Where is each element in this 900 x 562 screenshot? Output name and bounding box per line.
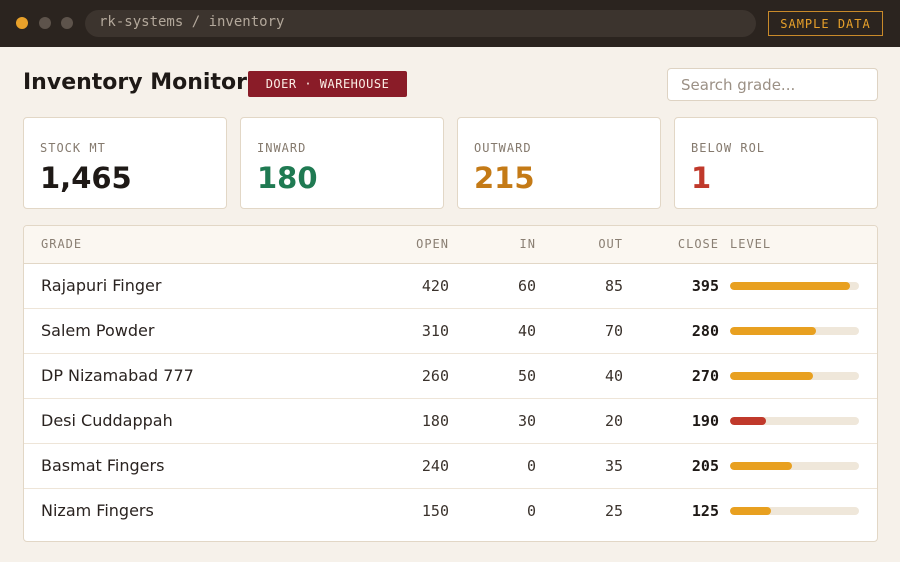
- stat-label: BELOW ROL: [691, 141, 766, 155]
- table-row[interactable]: Basmat Fingers 240 0 35 205: [24, 444, 877, 489]
- table-row[interactable]: Salem Powder 310 40 70 280: [24, 309, 877, 354]
- stat-label: INWARD: [257, 141, 307, 155]
- stat-card-inward: INWARD 180: [240, 117, 444, 209]
- in-value: 30: [517, 412, 536, 430]
- close-value: 395: [691, 277, 719, 295]
- grade-name: DP Nizamabad 777: [41, 366, 194, 385]
- stat-card-outward: OUTWARD 215: [457, 117, 661, 209]
- out-value: 70: [604, 322, 623, 340]
- stat-label: OUTWARD: [474, 141, 532, 155]
- open-value: 310: [421, 322, 449, 340]
- stat-value: 1: [691, 161, 712, 195]
- open-value: 240: [421, 457, 449, 475]
- open-value: 180: [421, 412, 449, 430]
- close-value: 190: [691, 412, 719, 430]
- grade-name: Salem Powder: [41, 321, 155, 340]
- open-value: 260: [421, 367, 449, 385]
- level-bar: [730, 327, 859, 335]
- level-bar: [730, 462, 859, 470]
- column-header-close[interactable]: CLOSE: [659, 237, 719, 251]
- level-bar: [730, 282, 859, 290]
- stat-value: 215: [474, 161, 535, 195]
- in-value: 0: [526, 502, 536, 520]
- close-value: 270: [691, 367, 719, 385]
- open-value: 150: [421, 502, 449, 520]
- level-bar-fill: [730, 417, 767, 425]
- search-input[interactable]: [667, 68, 878, 101]
- out-value: 20: [604, 412, 623, 430]
- close-value: 205: [691, 457, 719, 475]
- out-value: 40: [604, 367, 623, 385]
- in-value: 0: [526, 457, 536, 475]
- table-row[interactable]: Desi Cuddappah 180 30 20 190: [24, 399, 877, 444]
- window-minimize-dot-icon[interactable]: [39, 17, 51, 29]
- grade-name: Desi Cuddappah: [41, 411, 173, 430]
- stat-value: 180: [257, 161, 318, 195]
- table-row[interactable]: Rajapuri Finger 420 60 85 395: [24, 264, 877, 309]
- level-bar-fill: [730, 327, 817, 335]
- window-close-dot-icon[interactable]: [16, 17, 28, 29]
- level-bar-fill: [730, 462, 792, 470]
- column-header-open[interactable]: OPEN: [389, 237, 449, 251]
- in-value: 50: [517, 367, 536, 385]
- level-bar-fill: [730, 372, 813, 380]
- column-header-level[interactable]: LEVEL: [730, 237, 771, 251]
- grade-name: Nizam Fingers: [41, 501, 154, 520]
- open-value: 420: [421, 277, 449, 295]
- sample-data-tag: SAMPLE DATA: [768, 11, 883, 36]
- in-value: 40: [517, 322, 536, 340]
- stat-label: STOCK MT: [40, 141, 106, 155]
- level-bar-fill: [730, 282, 850, 290]
- out-value: 35: [604, 457, 623, 475]
- in-value: 60: [517, 277, 536, 295]
- table-row[interactable]: Nizam Fingers 150 0 25 125: [24, 489, 877, 534]
- window-maximize-dot-icon[interactable]: [61, 17, 73, 29]
- column-header-in[interactable]: IN: [476, 237, 536, 251]
- out-value: 85: [604, 277, 623, 295]
- page-title: Inventory Monitor: [23, 70, 247, 95]
- stat-card-stock: STOCK MT 1,465: [23, 117, 227, 209]
- column-header-grade[interactable]: GRADE: [41, 237, 82, 251]
- level-bar: [730, 417, 859, 425]
- stat-card-below-rol: BELOW ROL 1: [674, 117, 878, 209]
- address-text: rk-systems / inventory: [99, 14, 285, 30]
- column-header-out[interactable]: OUT: [563, 237, 623, 251]
- level-bar-fill: [730, 507, 772, 515]
- address-bar[interactable]: rk-systems / inventory: [85, 10, 756, 37]
- out-value: 25: [604, 502, 623, 520]
- close-value: 280: [691, 322, 719, 340]
- browser-top-bar: rk-systems / inventory SAMPLE DATA: [0, 0, 900, 47]
- table-row[interactable]: DP Nizamabad 777 260 50 40 270: [24, 354, 877, 399]
- stat-value: 1,465: [40, 161, 132, 195]
- table-header: GRADE OPEN IN OUT CLOSE LEVEL: [24, 226, 877, 264]
- grade-name: Basmat Fingers: [41, 456, 165, 475]
- location-badge: DOER · WAREHOUSE: [248, 71, 407, 97]
- level-bar: [730, 372, 859, 380]
- inventory-table: GRADE OPEN IN OUT CLOSE LEVEL Rajapuri F…: [23, 225, 878, 542]
- level-bar: [730, 507, 859, 515]
- grade-name: Rajapuri Finger: [41, 276, 162, 295]
- close-value: 125: [691, 502, 719, 520]
